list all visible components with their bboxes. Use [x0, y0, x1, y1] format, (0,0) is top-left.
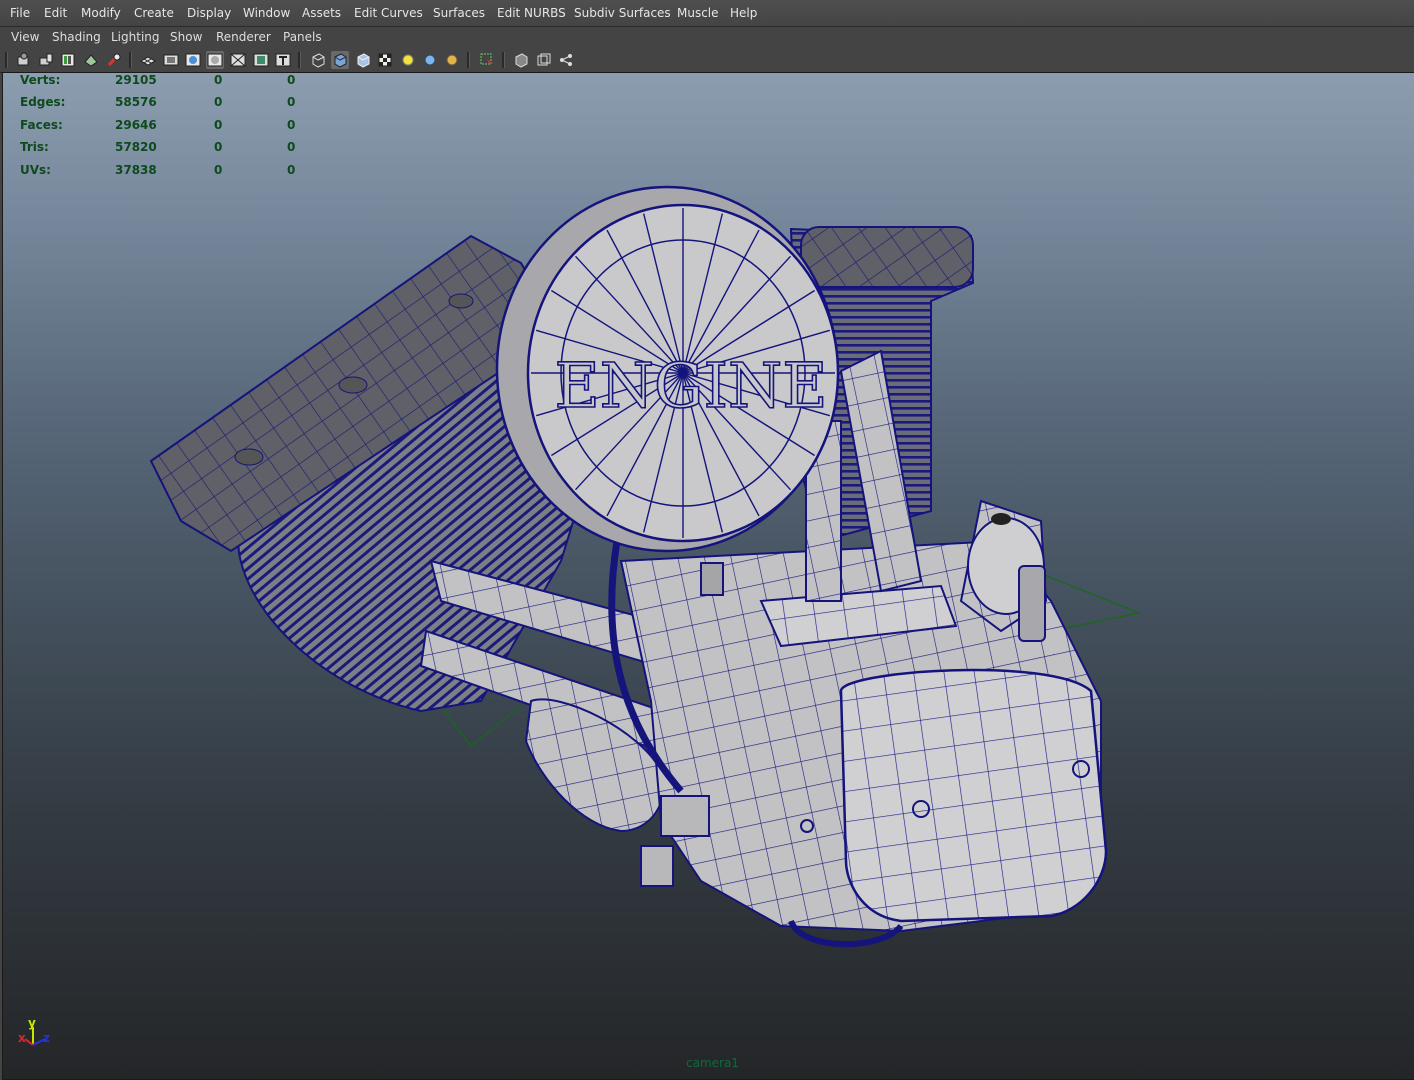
main-menubar: File Edit Modify Create Display Window A…: [0, 0, 1414, 27]
hud-value: 0: [287, 140, 296, 155]
hud-value: 29646: [115, 117, 157, 132]
air-cleaner: ENGINE: [495, 185, 840, 553]
hud-value: 0: [287, 73, 296, 87]
hud-value: 0: [214, 95, 223, 110]
hud-value: 0: [287, 95, 296, 110]
menu-edit[interactable]: Edit: [44, 6, 67, 20]
axis-x-label: x: [18, 1031, 26, 1045]
view-axis-indicator: y x z: [18, 1017, 50, 1046]
camera-attributes-icon[interactable]: [15, 51, 33, 69]
hud-value: 0: [287, 117, 296, 132]
hud-value: 37838: [115, 162, 157, 177]
panel-menu-show[interactable]: Show: [170, 30, 202, 44]
safe-action-icon[interactable]: [252, 51, 270, 69]
menu-assets[interactable]: Assets: [302, 6, 341, 20]
toolbar-separator: [298, 52, 301, 68]
engine-model[interactable]: ENGINE: [3, 73, 1414, 1079]
perspective-viewport[interactable]: ENGINE Verts: 29105 0 0 Edges: 58576 0 0 Faces: 2…: [2, 72, 1414, 1080]
hud-value: 0: [214, 117, 223, 132]
menu-help[interactable]: Help: [730, 6, 757, 20]
axis-y-label: y: [28, 1017, 36, 1030]
panel-menu-lighting[interactable]: Lighting: [111, 30, 160, 44]
menu-edit-curves[interactable]: Edit Curves: [354, 6, 423, 20]
hud-label: UVs:: [20, 162, 51, 177]
hud-value: 0: [287, 162, 296, 177]
menu-create[interactable]: Create: [134, 6, 174, 20]
menu-display[interactable]: Display: [187, 6, 231, 20]
image-plane-icon[interactable]: [59, 51, 77, 69]
crankcase: [619, 499, 1108, 948]
menu-muscle[interactable]: Muscle: [677, 6, 719, 20]
axis-z-label: z: [43, 1031, 50, 1045]
hud-value: 0: [214, 73, 223, 87]
xray-joints-icon[interactable]: [535, 51, 553, 69]
panel-menu-panels[interactable]: Panels: [283, 30, 322, 44]
panel-menu-view[interactable]: View: [11, 30, 39, 44]
panel-menu-shading[interactable]: Shading: [52, 30, 101, 44]
air-cleaner-logo: ENGINE: [554, 349, 827, 422]
textured-icon[interactable]: [376, 51, 394, 69]
hud-value: 0: [214, 140, 223, 155]
maya-window: File Edit Modify Create Display Window A…: [0, 0, 1414, 1080]
toolbar-separator: [129, 52, 132, 68]
hud-value: 58576: [115, 95, 157, 110]
hud-value: 0: [214, 162, 223, 177]
panel-toolbar: [0, 48, 1414, 73]
2d-pan-zoom-icon[interactable]: [82, 51, 100, 69]
grease-pencil-icon[interactable]: [105, 51, 123, 69]
panel-menu-renderer[interactable]: Renderer: [216, 30, 271, 44]
smooth-shade-icon[interactable]: [331, 51, 349, 69]
toolbar-separator: [502, 52, 505, 68]
camera-bookmark-icon[interactable]: [37, 51, 55, 69]
menu-window[interactable]: Window: [243, 6, 290, 20]
field-chart-icon[interactable]: [229, 51, 247, 69]
hud-label: Edges:: [20, 95, 66, 110]
menu-surfaces[interactable]: Surfaces: [433, 6, 485, 20]
hud-label: Verts:: [20, 73, 61, 87]
panel-menubar: View Shading Lighting Show Renderer Pane…: [0, 27, 1414, 48]
film-gate-icon[interactable]: [162, 51, 180, 69]
hud-label: Faces:: [20, 117, 63, 132]
safe-title-icon[interactable]: [274, 51, 292, 69]
hud-value: 29105: [115, 73, 157, 87]
menu-file[interactable]: File: [10, 6, 30, 20]
wireframe-on-shaded-icon[interactable]: [354, 51, 372, 69]
menu-modify[interactable]: Modify: [81, 6, 121, 20]
grid-icon[interactable]: [139, 51, 157, 69]
xray-icon[interactable]: [512, 51, 530, 69]
wireframe-icon[interactable]: [309, 51, 327, 69]
all-lights-icon[interactable]: [421, 51, 439, 69]
shadows-icon[interactable]: [443, 51, 461, 69]
menu-subdiv-surfaces[interactable]: Subdiv Surfaces: [574, 6, 671, 20]
isolate-select-icon[interactable]: [478, 51, 496, 69]
camera-name-label: camera1: [686, 1056, 739, 1070]
resolution-gate-icon[interactable]: [184, 51, 202, 69]
gate-mask-icon[interactable]: [206, 51, 224, 69]
hud-label: Tris:: [20, 140, 49, 155]
toolbar-separator: [467, 52, 470, 68]
default-light-icon[interactable]: [399, 51, 417, 69]
hud-value: 57820: [115, 140, 157, 155]
component-xray-icon[interactable]: [557, 51, 575, 69]
menu-edit-nurbs[interactable]: Edit NURBS: [497, 6, 566, 20]
toolbar-separator: [5, 52, 8, 68]
